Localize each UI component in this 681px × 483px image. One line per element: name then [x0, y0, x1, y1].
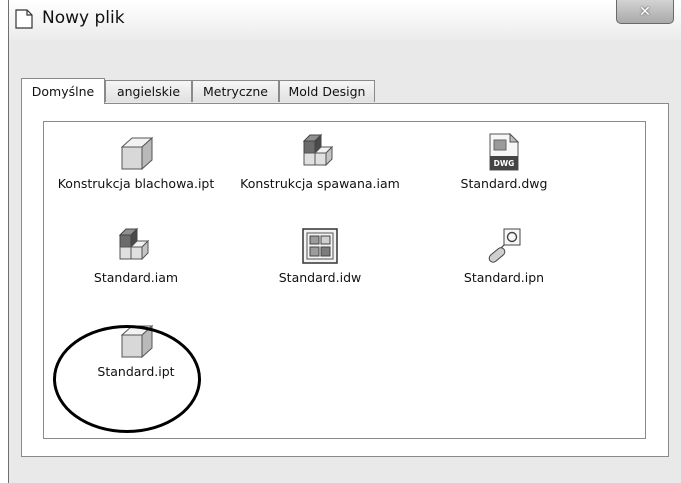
assembly-icon [302, 133, 334, 167]
assembly-icon [118, 227, 150, 261]
tab-label: Metryczne [203, 84, 268, 99]
dwg-badge: DWG [494, 159, 515, 168]
presentation-icon [488, 228, 521, 263]
template-item[interactable]: Standard.ipn [412, 226, 596, 285]
tab-label: Domyślne [31, 84, 95, 99]
tab-metryczne[interactable]: Metryczne [192, 80, 279, 102]
part-cube-icon [120, 136, 154, 171]
template-name: Standard.iam [93, 270, 179, 285]
template-item[interactable]: Standard.iam [44, 226, 228, 285]
close-icon: ✕ [639, 3, 651, 20]
part-cube-icon [120, 324, 154, 359]
template-name: Konstrukcja spawana.iam [240, 176, 400, 191]
title-bar: Nowy plik ✕ [9, 0, 681, 40]
template-name: Standard.idw [278, 270, 362, 285]
template-item[interactable]: Konstrukcja spawana.iam [228, 132, 412, 191]
template-name: Standard.dwg [460, 176, 548, 191]
tab-domyslne[interactable]: Domyślne [21, 78, 105, 104]
tab-mold-design[interactable]: Mold Design [279, 80, 375, 102]
template-name: Konstrukcja blachowa.ipt [57, 176, 215, 191]
template-item[interactable]: Standard.idw [228, 226, 412, 285]
template-item[interactable]: Standard.ipt [44, 320, 228, 379]
template-list: Konstrukcja blachowa.ipt Konstrukcja spa… [43, 121, 646, 439]
tab-angielskie[interactable]: angielskie [105, 80, 192, 102]
idw-drawing-icon [302, 228, 338, 264]
new-file-dialog: Nowy plik ✕ Domyślne angielskie Metryczn… [8, 0, 681, 483]
tab-panel: Konstrukcja blachowa.ipt Konstrukcja spa… [21, 103, 669, 457]
template-name: Standard.ipn [463, 270, 545, 285]
window-title: Nowy plik [42, 8, 125, 28]
template-item[interactable]: DWG Standard.dwg [412, 132, 596, 191]
close-button[interactable]: ✕ [616, 0, 674, 24]
dwg-drawing-icon: DWG [489, 132, 520, 171]
document-icon [15, 9, 33, 29]
template-name: Standard.ipt [97, 364, 175, 379]
tab-label: Mold Design [288, 84, 366, 99]
tab-label: angielskie [116, 84, 181, 99]
template-item[interactable]: Konstrukcja blachowa.ipt [44, 132, 228, 191]
